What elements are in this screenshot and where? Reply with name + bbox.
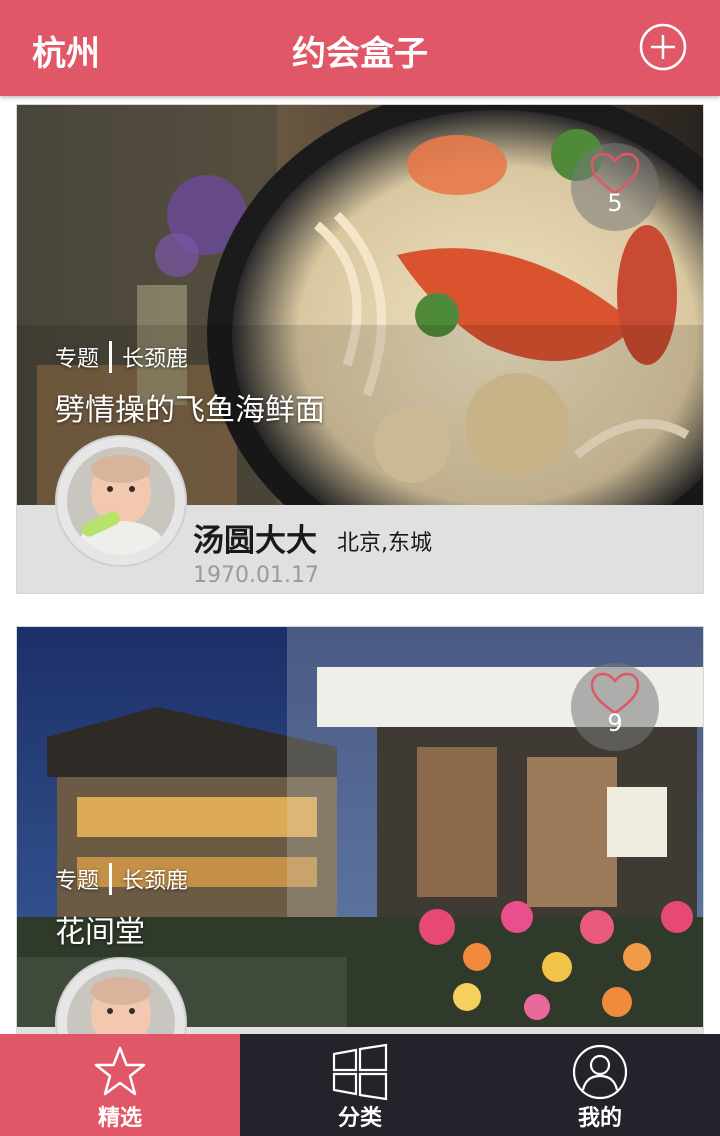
plus-circle-icon [639,23,687,71]
post-card[interactable]: 专题 长颈鹿 劈情操的飞鱼海鲜面 5 汤圆大大 北京,东城 1970.01.17 [16,104,704,594]
tab-label: 分类 [337,1106,382,1131]
tab-profile[interactable]: 我的 [480,1034,720,1136]
app-title: 约会盒子 [292,34,428,74]
like-button[interactable]: 5 [571,143,659,231]
feed-list[interactable]: 专题 长颈鹿 劈情操的飞鱼海鲜面 5 汤圆大大 北京,东城 1970.01.17… [0,96,720,1034]
post-tags: 专题 长颈鹿 [55,863,188,895]
post-card[interactable]: 专题 长颈鹿 花间堂 9 [16,626,704,1034]
subcategory-label[interactable]: 长颈鹿 [122,863,188,895]
subcategory-label[interactable]: 长颈鹿 [122,341,188,373]
category-label[interactable]: 专题 [55,341,99,373]
windows-grid-icon [332,1043,388,1101]
user-icon [572,1044,628,1100]
post-tags: 专题 长颈鹿 [55,341,188,373]
avatar-image [67,969,175,1034]
post-date: 1970.01.17 [193,563,319,588]
tag-divider [109,863,113,895]
tag-divider [109,341,113,373]
author-name[interactable]: 汤圆大大 [193,515,317,560]
tab-label: 精选 [97,1106,142,1131]
category-label[interactable]: 专题 [55,863,99,895]
post-title[interactable]: 劈情操的飞鱼海鲜面 [55,385,325,429]
post-title[interactable]: 花间堂 [55,907,145,951]
star-icon [94,1046,146,1096]
avatar-image [67,447,175,555]
like-button[interactable]: 9 [571,663,659,751]
like-count: 9 [607,709,623,737]
like-count: 5 [607,189,623,217]
author-location: 北京,东城 [337,531,432,556]
tab-categories[interactable]: 分类 [240,1034,480,1136]
tab-label: 我的 [577,1106,622,1131]
author-avatar[interactable] [55,435,187,567]
top-app-bar: 杭州 约会盒子 [0,0,720,96]
add-button[interactable] [638,22,688,72]
tab-featured[interactable]: 精选 [0,1034,240,1136]
bottom-tab-bar: 精选 分类 我的 [0,1034,720,1136]
